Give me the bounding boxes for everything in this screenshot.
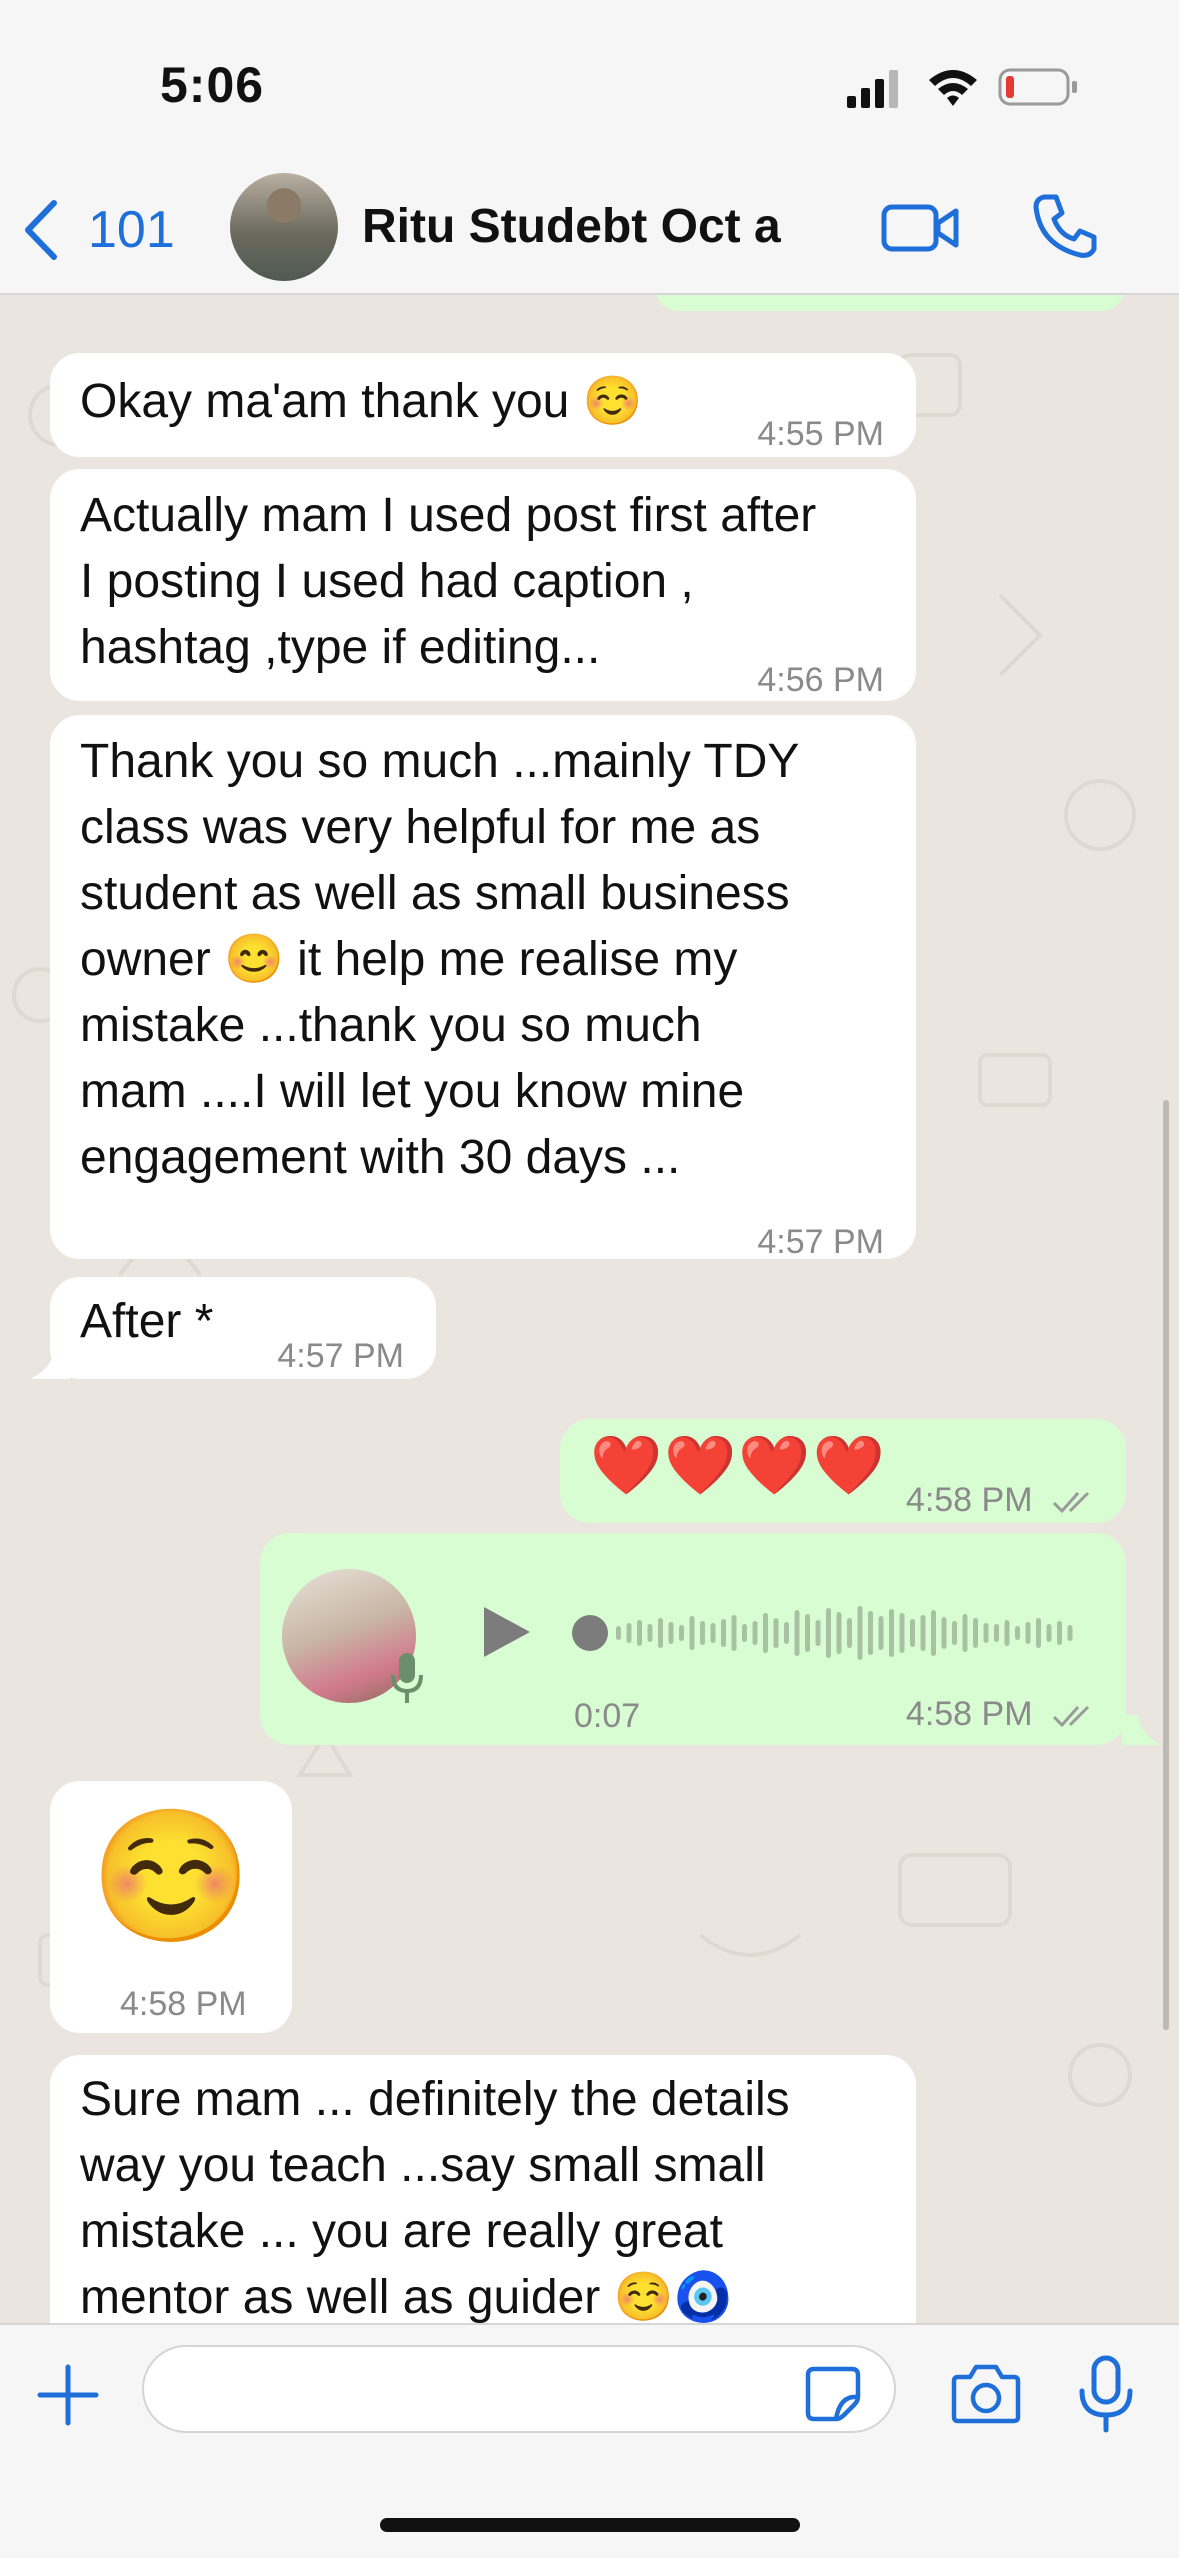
- waveform-bar: [1015, 1626, 1020, 1640]
- waveform-bar: [920, 1615, 926, 1651]
- waveform-bar: [658, 1618, 663, 1648]
- bubble-tail: [1122, 1715, 1162, 1745]
- waveform-bar: [784, 1622, 789, 1644]
- camera-icon[interactable]: [950, 2361, 1022, 2425]
- waveform-bar: [899, 1613, 905, 1653]
- waveform-bar: [679, 1625, 684, 1641]
- message-text: After *: [80, 1295, 214, 1348]
- chevron-left-icon: [25, 200, 57, 260]
- waveform-bar: [805, 1614, 810, 1652]
- status-time: 5:06: [160, 57, 265, 113]
- chat-area[interactable]: Okay ma'am thank you ☺️ 4:55 PM Actually…: [0, 295, 1179, 2323]
- waveform-bar: [973, 1618, 978, 1648]
- waveform-bar: [742, 1624, 747, 1642]
- voice-message-bubble[interactable]: 0:07 4:58 PM: [260, 1533, 1126, 1745]
- message-time: 4:58 PM: [906, 1681, 1098, 1747]
- double-check-icon: [1052, 1491, 1090, 1514]
- waveform-bar: [731, 1615, 737, 1651]
- waveform-bar: [668, 1622, 674, 1644]
- plus-icon[interactable]: [36, 2363, 100, 2427]
- voice-waveform[interactable]: [570, 1593, 1090, 1673]
- waveform-bar: [815, 1620, 821, 1646]
- microphone-icon[interactable]: [1076, 2355, 1136, 2433]
- waveform-scrubber[interactable]: [572, 1615, 608, 1651]
- contact-avatar[interactable]: [230, 173, 338, 281]
- waveform-bar: [910, 1619, 915, 1647]
- waveform-bar: [962, 1614, 968, 1652]
- message-text: Sure mam ... definitely the details way …: [80, 2073, 790, 2323]
- sticker-icon[interactable]: [804, 2365, 862, 2423]
- waveform-bar: [826, 1608, 831, 1658]
- waveform-bar: [710, 1623, 716, 1643]
- waveform-bar: [889, 1609, 894, 1657]
- microphone-icon: [391, 1653, 423, 1703]
- message-text: ❤️❤️❤️❤️: [590, 1433, 887, 1498]
- waveform-bar: [836, 1612, 842, 1654]
- waveform-bar: [626, 1623, 632, 1643]
- message-bubble[interactable]: Sure mam ... definitely the details way …: [50, 2055, 916, 2323]
- waveform-bar: [721, 1619, 726, 1647]
- wifi-icon: [929, 70, 977, 106]
- waveform-bar: [616, 1626, 621, 1640]
- chat-header: 101 Ritu Studebt Oct a: [0, 165, 1179, 295]
- emoji-message-bubble[interactable]: ☺️ 4:58 PM: [50, 1781, 292, 2033]
- big-emoji: ☺️: [90, 1803, 252, 1949]
- message-time: 4:56 PM: [757, 661, 884, 699]
- waveform-bar: [763, 1613, 768, 1653]
- waveform-bar: [752, 1621, 758, 1645]
- waveform-bar: [952, 1621, 957, 1645]
- message-time-text: 4:58 PM: [905, 1695, 1033, 1733]
- scroll-indicator[interactable]: [1163, 1100, 1169, 2030]
- waveform-bar: [868, 1611, 873, 1655]
- status-bar: 5:06: [0, 0, 1179, 165]
- waveform-bar: [857, 1606, 863, 1660]
- waveform-bar: [689, 1616, 695, 1650]
- waveform-bar: [773, 1618, 779, 1648]
- waveform-bar: [1025, 1622, 1031, 1644]
- message-text: Actually mam I used post first after I p…: [80, 489, 817, 674]
- waveform-bar: [1057, 1621, 1062, 1645]
- home-indicator[interactable]: [380, 2518, 800, 2532]
- waveform-bar: [983, 1623, 989, 1643]
- phone-icon[interactable]: [1030, 191, 1100, 261]
- message-time-text: 4:58 PM: [905, 1481, 1033, 1519]
- message-bubble[interactable]: After * 4:57 PM: [50, 1277, 436, 1379]
- message-time: 4:58 PM: [906, 1467, 1098, 1533]
- waveform-bar: [1067, 1625, 1073, 1641]
- message-input[interactable]: [142, 2345, 896, 2433]
- double-check-icon: [1052, 1705, 1090, 1728]
- waveform-bar: [647, 1624, 653, 1642]
- back-button[interactable]: 101: [22, 195, 175, 265]
- message-time: 4:58 PM: [120, 1985, 247, 2023]
- waveform-bar: [1046, 1624, 1052, 1642]
- message-time: 4:57 PM: [277, 1337, 404, 1375]
- message-bubble-partial[interactable]: [655, 295, 1125, 311]
- waveform-bar: [794, 1610, 800, 1656]
- message-time: 4:55 PM: [757, 415, 884, 453]
- waveform-bar: [1004, 1620, 1010, 1646]
- signal-icon: [847, 70, 898, 108]
- video-camera-icon[interactable]: [880, 197, 960, 259]
- voice-duration: 0:07: [574, 1697, 641, 1735]
- play-icon[interactable]: [478, 1603, 534, 1661]
- waveform-bar: [847, 1618, 852, 1648]
- waveform-bar: [994, 1624, 999, 1642]
- unread-count: 101: [88, 201, 175, 259]
- waveform-bar: [931, 1610, 936, 1656]
- message-time: 4:57 PM: [757, 1223, 884, 1261]
- waveform-bar: [700, 1621, 705, 1645]
- waveform-bar: [878, 1616, 884, 1650]
- waveform-bar: [1036, 1618, 1041, 1648]
- message-bubble[interactable]: ❤️❤️❤️❤️ 4:58 PM: [560, 1419, 1126, 1523]
- battery-low-icon: [998, 68, 1077, 106]
- message-bubble[interactable]: Okay ma'am thank you ☺️ 4:55 PM: [50, 353, 916, 457]
- message-text: Thank you so much ...mainly TDY class wa…: [80, 735, 800, 1184]
- waveform-bar: [637, 1620, 642, 1646]
- message-bubble[interactable]: Actually mam I used post first after I p…: [50, 469, 916, 701]
- message-bubble[interactable]: Thank you so much ...mainly TDY class wa…: [50, 715, 916, 1261]
- message-text: Okay ma'am thank you ☺️: [80, 375, 643, 428]
- bubble-tail: [30, 1349, 70, 1379]
- contact-name[interactable]: Ritu Studebt Oct a: [362, 199, 781, 254]
- waveform-bar: [941, 1617, 947, 1649]
